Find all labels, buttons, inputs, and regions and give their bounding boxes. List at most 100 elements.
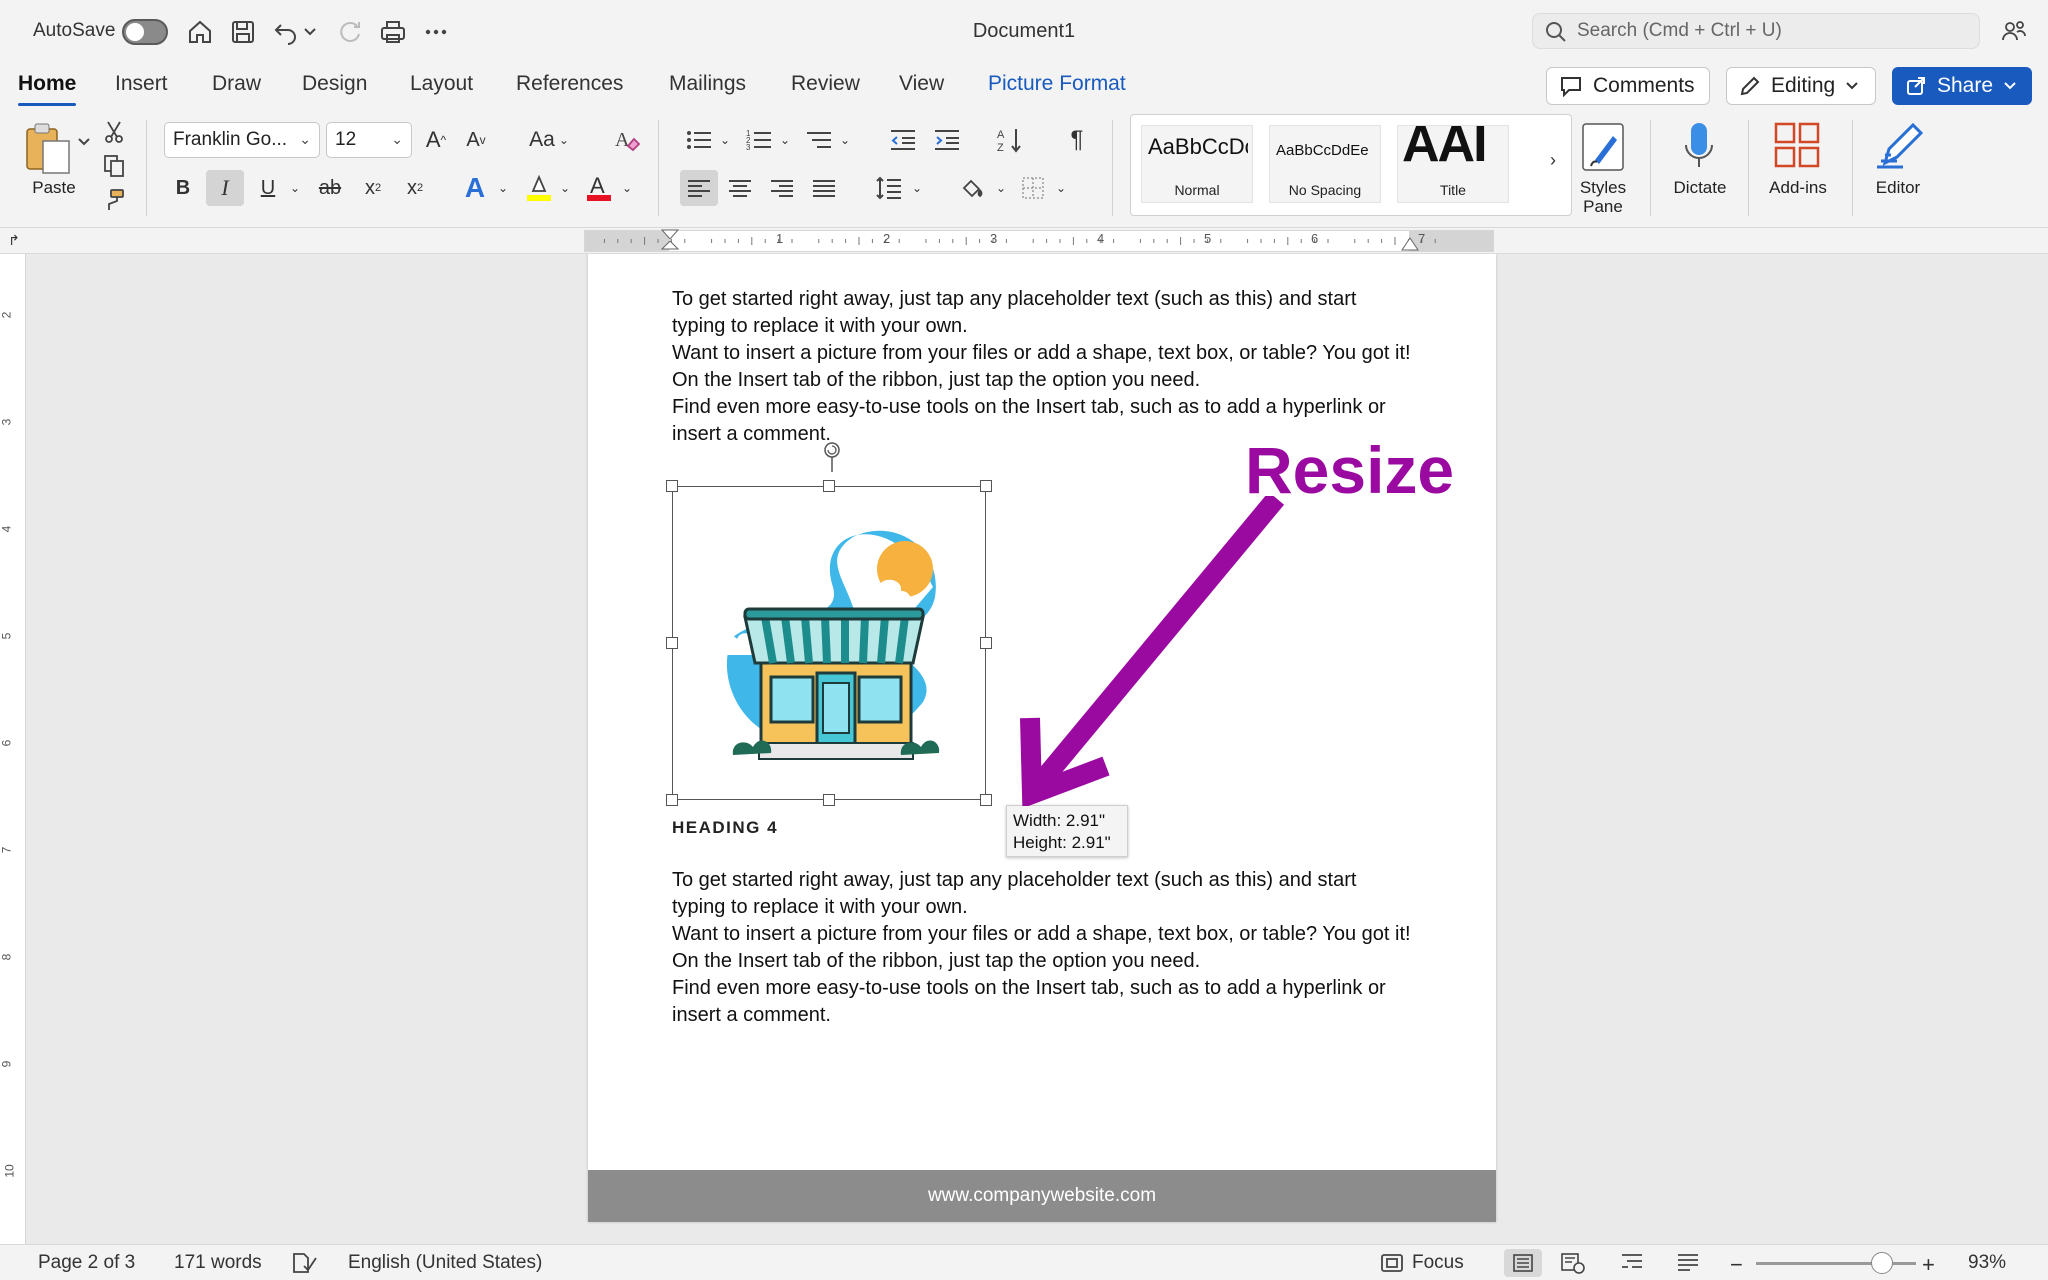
body-paragraph[interactable]: Want to insert a picture from your files… xyxy=(672,921,1412,975)
styles-pane-button[interactable] xyxy=(1580,120,1626,174)
clear-formatting-icon[interactable]: A xyxy=(610,122,644,158)
line-spacing-icon[interactable] xyxy=(872,170,906,206)
style-normal[interactable]: AaBbCcDc Normal xyxy=(1141,125,1253,203)
paste-button[interactable] xyxy=(20,120,76,176)
web-layout-view-button[interactable] xyxy=(1560,1252,1586,1274)
decrease-font-size-icon[interactable]: Av xyxy=(460,122,492,158)
body-paragraph[interactable]: Find even more easy-to-use tools on the … xyxy=(672,975,1412,1029)
editor-button[interactable] xyxy=(1872,118,1926,174)
paste-dropdown-icon[interactable] xyxy=(76,138,92,146)
sort-icon[interactable]: AZ xyxy=(994,122,1028,158)
bold-button-main[interactable]: B xyxy=(164,170,202,206)
body-paragraph[interactable]: To get started right away, just tap any … xyxy=(672,867,1412,921)
outline-view-button[interactable] xyxy=(1620,1252,1644,1272)
strikethrough-button[interactable]: ab xyxy=(312,170,348,206)
resize-handle-bottom-right[interactable] xyxy=(980,794,992,806)
tab-design[interactable]: Design xyxy=(302,72,367,96)
numbering-icon[interactable]: 123 xyxy=(742,122,776,158)
zoom-in-button[interactable]: + xyxy=(1922,1252,1935,1278)
right-indent-marker-icon[interactable] xyxy=(1401,237,1419,251)
undo-dropdown-chevron-icon[interactable] xyxy=(300,16,320,48)
selected-picture[interactable] xyxy=(672,486,986,800)
proofing-icon[interactable] xyxy=(292,1252,318,1274)
tab-review[interactable]: Review xyxy=(791,72,860,96)
editing-mode-button[interactable]: Editing xyxy=(1726,67,1876,105)
align-center-button[interactable] xyxy=(722,170,758,206)
font-color-dropdown-icon[interactable]: ⌄ xyxy=(618,170,636,206)
save-icon[interactable] xyxy=(227,16,259,48)
text-effects-dropdown-icon[interactable]: ⌄ xyxy=(494,170,512,206)
tab-picture-format[interactable]: Picture Format xyxy=(988,72,1126,96)
resize-handle-bottom-left[interactable] xyxy=(666,794,678,806)
underline-dropdown-icon[interactable]: ⌄ xyxy=(286,170,304,206)
search-input[interactable]: Search (Cmd + Ctrl + U) xyxy=(1532,13,1980,49)
tab-references[interactable]: References xyxy=(516,72,623,96)
tab-selector-icon[interactable]: ↱ xyxy=(4,230,24,250)
focus-button[interactable]: Focus xyxy=(1380,1252,1464,1274)
add-ins-button[interactable] xyxy=(1772,120,1822,170)
draft-view-button[interactable] xyxy=(1676,1252,1700,1272)
tab-view[interactable]: View xyxy=(899,72,944,96)
zoom-out-button[interactable]: − xyxy=(1730,1252,1743,1278)
shading-icon[interactable] xyxy=(956,170,990,206)
justify-button[interactable] xyxy=(806,170,842,206)
home-icon[interactable] xyxy=(184,16,216,48)
tab-insert[interactable]: Insert xyxy=(115,72,168,96)
borders-dropdown-icon[interactable]: ⌄ xyxy=(1052,170,1070,206)
resize-handle-top-left[interactable] xyxy=(666,480,678,492)
show-formatting-marks-icon[interactable]: ¶ xyxy=(1060,122,1094,158)
font-color-icon[interactable]: A xyxy=(582,170,616,206)
more-options-icon[interactable] xyxy=(420,16,452,48)
word-count[interactable]: 171 words xyxy=(174,1252,262,1274)
copy-icon[interactable] xyxy=(100,152,128,180)
subscript-button[interactable]: x2 xyxy=(356,170,390,206)
numbering-dropdown-icon[interactable]: ⌄ xyxy=(776,122,794,158)
highlight-icon[interactable] xyxy=(522,170,556,206)
multilevel-dropdown-icon[interactable]: ⌄ xyxy=(836,122,854,158)
resize-handle-right[interactable] xyxy=(980,637,992,649)
horizontal-ruler[interactable]: 1 2 3 4 5 6 7 xyxy=(584,229,1494,252)
borders-icon[interactable] xyxy=(1016,170,1050,206)
superscript-button[interactable]: x2 xyxy=(398,170,432,206)
share-people-icon[interactable] xyxy=(1998,16,2030,48)
align-left-button[interactable] xyxy=(680,170,718,206)
autosave-toggle[interactable] xyxy=(122,19,168,45)
undo-icon[interactable] xyxy=(270,16,302,48)
bullets-icon[interactable] xyxy=(682,122,716,158)
format-painter-icon[interactable] xyxy=(100,186,128,214)
increase-font-size-icon[interactable]: A ^ xyxy=(420,122,452,158)
resize-handle-top-right[interactable] xyxy=(980,480,992,492)
style-title[interactable]: AAI Title xyxy=(1397,125,1509,203)
style-no-spacing[interactable]: AaBbCcDdEe No Spacing xyxy=(1269,125,1381,203)
cut-icon[interactable] xyxy=(100,118,128,146)
page-footer[interactable]: www.companywebsite.com xyxy=(588,1170,1496,1222)
resize-handle-top[interactable] xyxy=(823,480,835,492)
line-spacing-dropdown-icon[interactable]: ⌄ xyxy=(908,170,926,206)
page-count[interactable]: Page 2 of 3 xyxy=(38,1252,135,1274)
redo-icon[interactable] xyxy=(334,16,366,48)
print-layout-view-button[interactable] xyxy=(1504,1249,1542,1277)
heading-4[interactable]: HEADING 4 xyxy=(672,818,778,838)
share-button[interactable]: Share xyxy=(1892,67,2032,105)
vertical-ruler[interactable]: 2 3 4 5 6 7 8 9 10 xyxy=(0,254,26,1244)
font-size-dropdown[interactable]: 12 ⌄ xyxy=(326,122,412,158)
underline-button[interactable]: U xyxy=(250,170,286,206)
zoom-slider-thumb[interactable] xyxy=(1871,1252,1894,1274)
align-right-button[interactable] xyxy=(764,170,800,206)
multilevel-list-icon[interactable] xyxy=(802,122,836,158)
font-name-dropdown[interactable]: Franklin Go... ⌄ xyxy=(164,122,320,158)
change-case-icon[interactable]: Aa ⌄ xyxy=(524,122,574,158)
body-paragraph[interactable]: Want to insert a picture from your files… xyxy=(672,340,1412,394)
highlight-dropdown-icon[interactable]: ⌄ xyxy=(556,170,574,206)
tab-home[interactable]: Home xyxy=(18,72,77,106)
increase-indent-icon[interactable] xyxy=(930,122,964,158)
language-indicator[interactable]: English (United States) xyxy=(348,1252,542,1274)
tab-layout[interactable]: Layout xyxy=(410,72,473,96)
text-effects-icon[interactable]: A xyxy=(458,170,492,206)
tab-draw[interactable]: Draw xyxy=(212,72,261,96)
decrease-indent-icon[interactable] xyxy=(886,122,920,158)
body-paragraph[interactable]: To get started right away, just tap any … xyxy=(672,286,1412,340)
resize-handle-left[interactable] xyxy=(666,637,678,649)
indent-marker-icon[interactable] xyxy=(661,229,679,251)
dictate-button[interactable] xyxy=(1676,118,1722,174)
